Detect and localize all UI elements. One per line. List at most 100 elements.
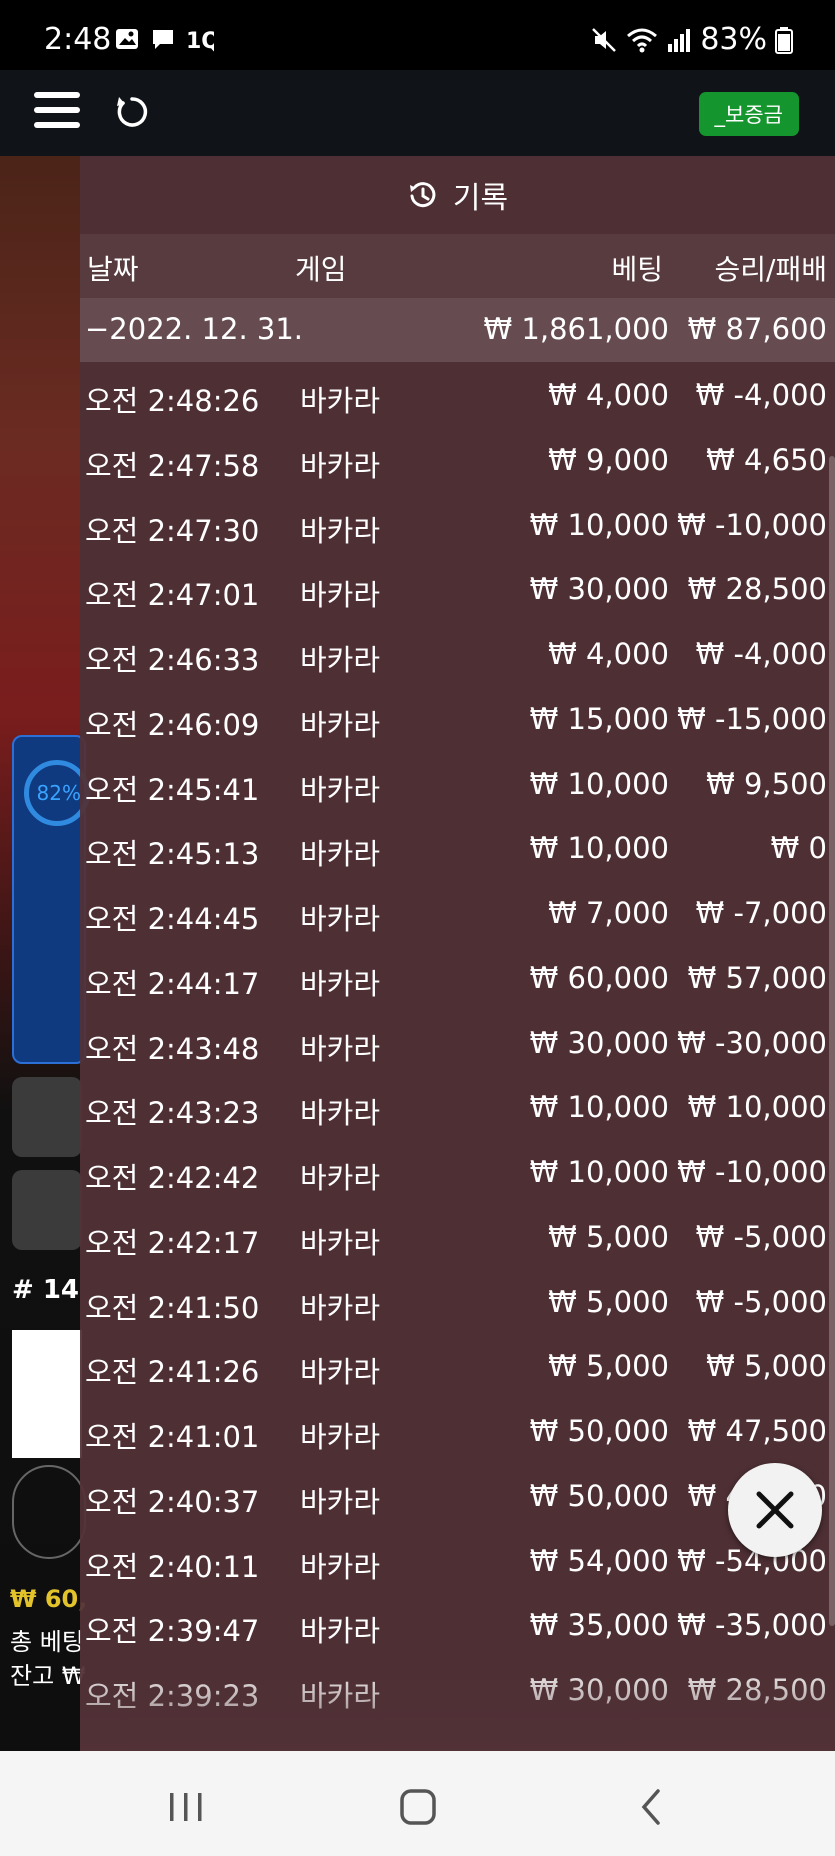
bottom-fade <box>80 1656 835 1751</box>
history-row[interactable]: 오전 2:47:58 바카라 ₩ 9,000 ₩ 4,650 <box>80 427 835 492</box>
history-rows: 오전 2:48:26 바카라 ₩ 4,000 ₩ -4,000 오전 2:47:58 바카… <box>80 362 835 1722</box>
row-bet: ₩ 10,000 <box>529 831 669 866</box>
row-bet: ₩ 50,000 <box>529 1478 669 1513</box>
row-bet: ₩ 15,000 <box>529 701 669 736</box>
row-time: 오전 2:40:37 <box>85 1484 260 1519</box>
menu-icon[interactable] <box>34 92 80 132</box>
status-time: 2:48 <box>44 22 112 57</box>
balance-label: 잔고 ₩ <box>10 1662 86 1690</box>
history-row[interactable]: 오전 2:41:50 바카라 ₩ 5,000 ₩ -5,000 <box>80 1269 835 1334</box>
history-row[interactable]: 오전 2:43:23 바카라 ₩ 10,000 ₩ 10,000 <box>80 1074 835 1139</box>
row-game: 바카라 <box>300 513 381 548</box>
row-bet: ₩ 54,000 <box>529 1543 669 1578</box>
history-row[interactable]: 오전 2:41:26 바카라 ₩ 5,000 ₩ 5,000 <box>80 1333 835 1398</box>
row-bet: ₩ 30,000 <box>529 572 669 607</box>
row-game: 바카라 <box>300 1420 381 1454</box>
row-bet: ₩ 4,000 <box>548 637 669 671</box>
column-result: 승리/패배 <box>714 253 827 286</box>
history-row[interactable]: 오전 2:40:37바카라₩ 50,000₩ 47,500 <box>80 1463 835 1528</box>
row-result: ₩ 57,000 <box>687 960 827 995</box>
history-row[interactable]: 오전 2:41:01 바카라 ₩ 50,000 ₩ 47,500 <box>80 1398 835 1463</box>
history-panel: 기록 날짜 게임 베팅 승리/패배 −2022. 12. 31. ₩ 1,861… <box>80 156 835 1751</box>
row-bet: ₩ 35,000 <box>529 1608 669 1643</box>
mute-icon <box>592 27 617 52</box>
row-time: 오전 2:44:45 <box>85 902 260 936</box>
history-row[interactable]: 오전 2:42:17 바카라 ₩ 5,000 ₩ -5,000 <box>80 1204 835 1269</box>
row-game: 바카라 <box>300 1225 381 1260</box>
history-row[interactable]: 오전 2:44:45 바카라 ₩ 7,000 ₩ -7,000 <box>80 880 835 945</box>
side-button-1[interactable] <box>12 1077 82 1157</box>
row-time: 오전 2:43:23 <box>85 1096 260 1131</box>
wifi-icon <box>627 28 658 52</box>
history-row[interactable]: 오전 2:42:42 바카라 ₩ 10,000 ₩ -10,000 <box>80 1139 835 1204</box>
row-time: 오전 2:46:33 <box>85 643 260 677</box>
navigation-bar <box>0 1751 835 1856</box>
app-toolbar: _보증금 <box>0 70 835 156</box>
column-game: 게임 <box>295 253 347 286</box>
history-row[interactable]: 오전 2:43:48 바카라 ₩ 30,000 ₩ -30,000 <box>80 1010 835 1075</box>
battery-icon <box>775 26 793 54</box>
row-time: 오전 2:48:26 <box>85 384 260 418</box>
deposit-button[interactable]: _보증금 <box>698 92 799 136</box>
day-date: −2022. 12. 31. <box>85 312 303 346</box>
day-summary-row[interactable]: −2022. 12. 31. ₩ 1,861,000 ₩ 87,600 <box>80 298 835 362</box>
row-time: 오전 2:47:58 <box>85 448 260 483</box>
history-row[interactable]: 오전 2:46:09 바카라 ₩ 15,000 ₩ -15,000 <box>80 686 835 751</box>
history-row[interactable]: 오전 2:46:33 바카라 ₩ 4,000 ₩ -4,000 <box>80 621 835 686</box>
row-time: 오전 2:44:17 <box>85 966 260 1001</box>
history-row[interactable]: 오전 2:47:30 바카라 ₩ 10,000 ₩ -10,000 <box>80 492 835 557</box>
row-result: ₩ -15,000 <box>677 701 827 736</box>
history-row[interactable]: 오전 2:48:26 바카라 ₩ 4,000 ₩ -4,000 <box>80 362 835 427</box>
side-button-2[interactable] <box>12 1170 82 1250</box>
recent-apps-icon[interactable] <box>166 1787 206 1827</box>
bet-amount: ₩ 60, <box>10 1585 88 1613</box>
row-game: 바카라 <box>300 643 381 677</box>
row-result: ₩ 4,650 <box>706 442 827 477</box>
row-bet: ₩ 9,000 <box>548 442 669 477</box>
row-time: 오전 2:42:17 <box>85 1225 260 1260</box>
row-result: ₩ -30,000 <box>677 1025 827 1060</box>
row-time: 오전 2:41:50 <box>85 1290 260 1325</box>
history-row[interactable]: 오전 2:47:01 바카라 ₩ 30,000 ₩ 28,500 <box>80 556 835 621</box>
row-result: ₩ 28,500 <box>687 572 827 607</box>
row-time: 오전 2:45:13 <box>85 837 260 872</box>
history-row[interactable]: 오전 2:45:41 바카라 ₩ 10,000 ₩ 9,500 <box>80 751 835 816</box>
round-number: # 14 <box>12 1275 80 1305</box>
row-time: 오전 2:41:26 <box>85 1355 260 1390</box>
row-time: 오전 2:46:09 <box>85 707 260 742</box>
day-result-total: ₩ 87,600 <box>687 312 827 346</box>
row-game: 바카라 <box>300 1549 381 1584</box>
history-row[interactable]: 오전 2:39:47 바카라 ₩ 35,000 ₩ -35,000 <box>80 1592 835 1657</box>
row-game: 바카라 <box>300 1614 381 1649</box>
row-game: 바카라 <box>300 966 381 1001</box>
back-icon[interactable] <box>632 1787 672 1827</box>
image-icon <box>116 29 138 49</box>
close-button[interactable] <box>728 1463 822 1557</box>
history-row[interactable]: 오전 2:45:13 바카라 ₩ 10,000 ₩ 0 <box>80 815 835 880</box>
row-game: 바카라 <box>300 1161 381 1195</box>
row-bet: ₩ 5,000 <box>548 1219 669 1254</box>
total-bet-label: 총 베팅 <box>10 1628 84 1656</box>
scrollbar[interactable] <box>829 456 835 1626</box>
row-time: 오전 2:39:47 <box>85 1614 260 1649</box>
dealer-icon[interactable] <box>12 1465 86 1559</box>
row-result: ₩ 47,500 <box>687 1414 827 1448</box>
status-right-icons: 83% <box>590 22 793 57</box>
row-bet: ₩ 50,000 <box>529 1414 669 1448</box>
row-bet: ₩ 10,000 <box>529 1155 669 1189</box>
row-result: ₩ 9,500 <box>706 766 827 801</box>
history-row[interactable]: 오전 2:40:11 바카라 ₩ 54,000 ₩ -54,000 <box>80 1528 835 1593</box>
home-icon[interactable] <box>398 1787 438 1827</box>
row-bet: ₩ 4,000 <box>548 378 669 412</box>
row-game: 바카라 <box>300 902 381 936</box>
row-game: 바카라 <box>300 1484 381 1519</box>
row-result: ₩ -7,000 <box>695 896 827 930</box>
history-row[interactable]: 오전 2:44:17 바카라 ₩ 60,000 ₩ 57,000 <box>80 945 835 1010</box>
row-game: 바카라 <box>300 772 381 807</box>
row-result: ₩ -5,000 <box>695 1219 827 1254</box>
row-result: ₩ -35,000 <box>677 1608 827 1643</box>
row-result: ₩ -10,000 <box>677 507 827 542</box>
row-bet: ₩ 10,000 <box>529 766 669 801</box>
reload-icon[interactable] <box>112 92 152 132</box>
row-bet: ₩ 30,000 <box>529 1025 669 1060</box>
